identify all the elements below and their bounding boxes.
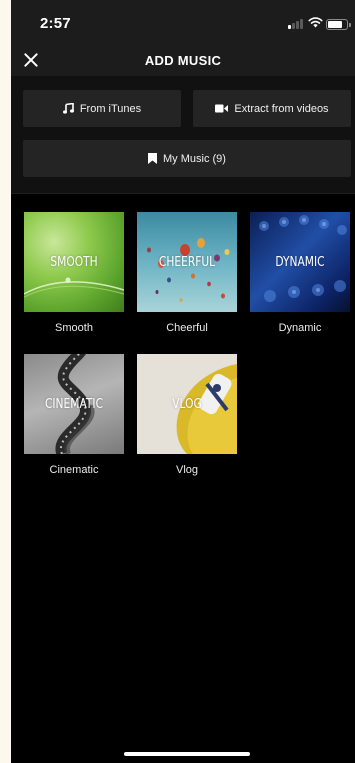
mood-tile-cinematic[interactable]: CINEMATIC Cinematic xyxy=(24,354,124,476)
app-screen: 2:57 ADD MUSIC From iTunes Extract from … xyxy=(11,0,355,763)
dynamic-thumb-label: DYNAMIC xyxy=(275,255,325,270)
bookmark-icon xyxy=(148,153,158,164)
dynamic-thumbnail: DYNAMIC xyxy=(250,212,350,312)
nav-bar: ADD MUSIC xyxy=(11,44,355,76)
smooth-caption: Smooth xyxy=(55,322,93,334)
video-camera-icon xyxy=(215,104,229,113)
my-music-button[interactable]: My Music (9) xyxy=(23,140,351,177)
cheerful-caption: Cheerful xyxy=(166,322,208,334)
mood-tile-cheerful[interactable]: CHEERFUL Cheerful xyxy=(137,212,237,334)
battery-icon xyxy=(326,19,351,30)
cinematic-thumb-label: CINEMATIC xyxy=(44,397,104,412)
mood-tile-vlog[interactable]: VLOG Vlog xyxy=(137,354,237,476)
smooth-thumbnail: SMOOTH xyxy=(24,212,124,312)
vlog-thumbnail: VLOG xyxy=(137,354,237,454)
wifi-icon xyxy=(308,17,323,28)
vlog-caption: Vlog xyxy=(175,464,199,476)
from-itunes-button[interactable]: From iTunes xyxy=(23,90,181,127)
mood-tile-dynamic[interactable]: DYNAMIC Dynamic xyxy=(250,212,350,334)
dynamic-caption: Dynamic xyxy=(278,322,322,334)
music-note-icon xyxy=(62,103,74,114)
vlog-thumb-label: VLOG xyxy=(172,397,202,412)
mood-tile-smooth[interactable]: SMOOTH Smooth xyxy=(24,212,124,334)
cheerful-thumbnail: CHEERFUL xyxy=(137,212,237,312)
cinematic-thumbnail: CINEMATIC xyxy=(24,354,124,454)
page-title: ADD MUSIC xyxy=(144,53,222,68)
smooth-thumb-label: SMOOTH xyxy=(50,255,98,270)
from-itunes-label: From iTunes xyxy=(79,102,142,115)
my-music-label: My Music (9) xyxy=(163,152,226,165)
music-sources-panel: From iTunes Extract from videos My Music… xyxy=(11,76,355,194)
status-time: 2:57 xyxy=(40,15,71,32)
extract-from-videos-button[interactable]: Extract from videos xyxy=(193,90,351,127)
signal-icon xyxy=(288,19,304,29)
cinematic-caption: Cinematic xyxy=(49,464,99,476)
cheerful-thumb-label: CHEERFUL xyxy=(158,255,216,270)
status-bar: 2:57 xyxy=(11,0,355,44)
home-indicator[interactable] xyxy=(124,752,250,756)
extract-from-videos-label: Extract from videos xyxy=(234,102,329,115)
